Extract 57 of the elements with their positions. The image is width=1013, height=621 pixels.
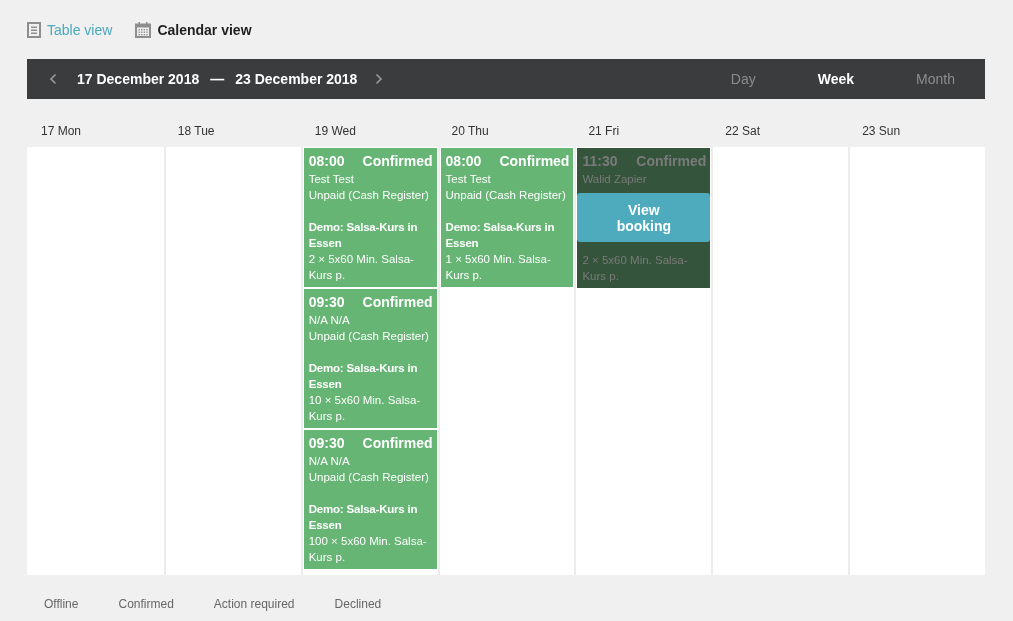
course-title: Demo: Salsa-Kurs in Essen xyxy=(308,220,419,251)
view-mode-tab[interactable]: Month xyxy=(916,71,955,87)
view-tab[interactable]: Calendar view xyxy=(135,22,252,38)
legend-label: Action required xyxy=(213,597,295,611)
date-range-start: 17 December 2018 xyxy=(77,71,200,87)
booking-time: 11:30 xyxy=(582,152,618,171)
view-mode-tab[interactable]: Week xyxy=(817,71,855,87)
legend-label: Offline xyxy=(44,597,79,611)
view-booking-button[interactable]: View booking xyxy=(577,193,711,242)
booking-time: 08:00 xyxy=(308,152,345,171)
booking-item: 10 × 5x60 Min. Salsa-Kurs p. xyxy=(308,393,422,424)
payment-status: Unpaid (Cash Register) xyxy=(308,470,430,485)
chevron-left-icon[interactable] xyxy=(49,73,57,85)
payment-status: Unpaid (Cash Register) xyxy=(308,329,430,344)
day-header: 23 Sun xyxy=(862,124,901,138)
booking-time: 09:30 xyxy=(308,434,345,453)
day-header: 20 Thu xyxy=(451,124,489,138)
day-header: 19 Wed xyxy=(314,124,356,138)
range-separator: — xyxy=(210,71,225,87)
list-icon xyxy=(27,22,41,38)
booking-time: 08:00 xyxy=(445,152,482,171)
view-tab[interactable]: Table view xyxy=(27,22,113,38)
day-header: 18 Tue xyxy=(177,124,215,138)
legend-label: Declined xyxy=(334,597,382,611)
booking-card[interactable]: 09:30 Confirmed N/A N/A Unpaid (Cash Register) Demo: Salsa-Kurs in Essen 10 × 5x60 Min. Salsa-Kurs p. xyxy=(303,289,437,428)
booking-card[interactable]: 09:30 Confirmed N/A N/A Unpaid (Cash Register) Demo: Salsa-Kurs in Essen 100 × 5x60 Min. Salsa-Kurs p. xyxy=(303,430,437,569)
booking-card[interactable]: 11:30 Confirmed Walid Zapier View booking 2 × 5x60 Min. Salsa-Kurs p. xyxy=(577,148,711,288)
course-title: Demo: Salsa-Kurs in Essen xyxy=(308,502,419,533)
legend-label: Confirmed xyxy=(118,597,174,611)
booking-item: 100 × 5x60 Min. Salsa-Kurs p. xyxy=(308,534,428,565)
day-header: 22 Sat xyxy=(725,124,760,138)
view-mode-tab[interactable]: Day xyxy=(730,71,756,87)
customer-name: Test Test xyxy=(445,172,492,187)
customer-name: Walid Zapier xyxy=(582,172,648,187)
calendar-icon xyxy=(135,22,152,38)
booking-card[interactable]: 08:00 Confirmed Test Test Unpaid (Cash Register) Demo: Salsa-Kurs in Essen 1 × 5x60 Min. Salsa-Kurs p. xyxy=(440,148,574,287)
customer-name: Test Test xyxy=(308,172,355,187)
payment-status: Unpaid (Cash Register) xyxy=(445,188,567,203)
booking-status: Confirmed xyxy=(362,434,433,453)
day-header: 17 Mon xyxy=(41,124,82,138)
booking-item: 1 × 5x60 Min. Salsa-Kurs p. xyxy=(445,252,552,283)
booking-status: Confirmed xyxy=(362,152,433,171)
booking-status: Confirmed xyxy=(636,152,707,171)
booking-status: Confirmed xyxy=(499,152,570,171)
payment-status: Unpaid (Cash Register) xyxy=(308,188,430,203)
day-header: 21 Fri xyxy=(588,124,620,138)
course-title: Demo: Salsa-Kurs in Essen xyxy=(445,220,556,251)
customer-name: N/A N/A xyxy=(308,313,351,328)
booking-item: 2 × 5x60 Min. Salsa-Kurs p. xyxy=(582,253,689,284)
booking-item: 2 × 5x60 Min. Salsa-Kurs p. xyxy=(308,252,415,283)
customer-name: N/A N/A xyxy=(308,454,351,469)
booking-card[interactable]: 08:00 Confirmed Test Test Unpaid (Cash Register) Demo: Salsa-Kurs in Essen 2 × 5x60 Min. Salsa-Kurs p. xyxy=(303,148,437,287)
booking-time: 09:30 xyxy=(308,293,345,312)
booking-status: Confirmed xyxy=(362,293,433,312)
date-range-end: 23 December 2018 xyxy=(235,71,358,87)
chevron-right-icon[interactable] xyxy=(375,73,384,85)
course-title: Demo: Salsa-Kurs in Essen xyxy=(308,361,419,392)
